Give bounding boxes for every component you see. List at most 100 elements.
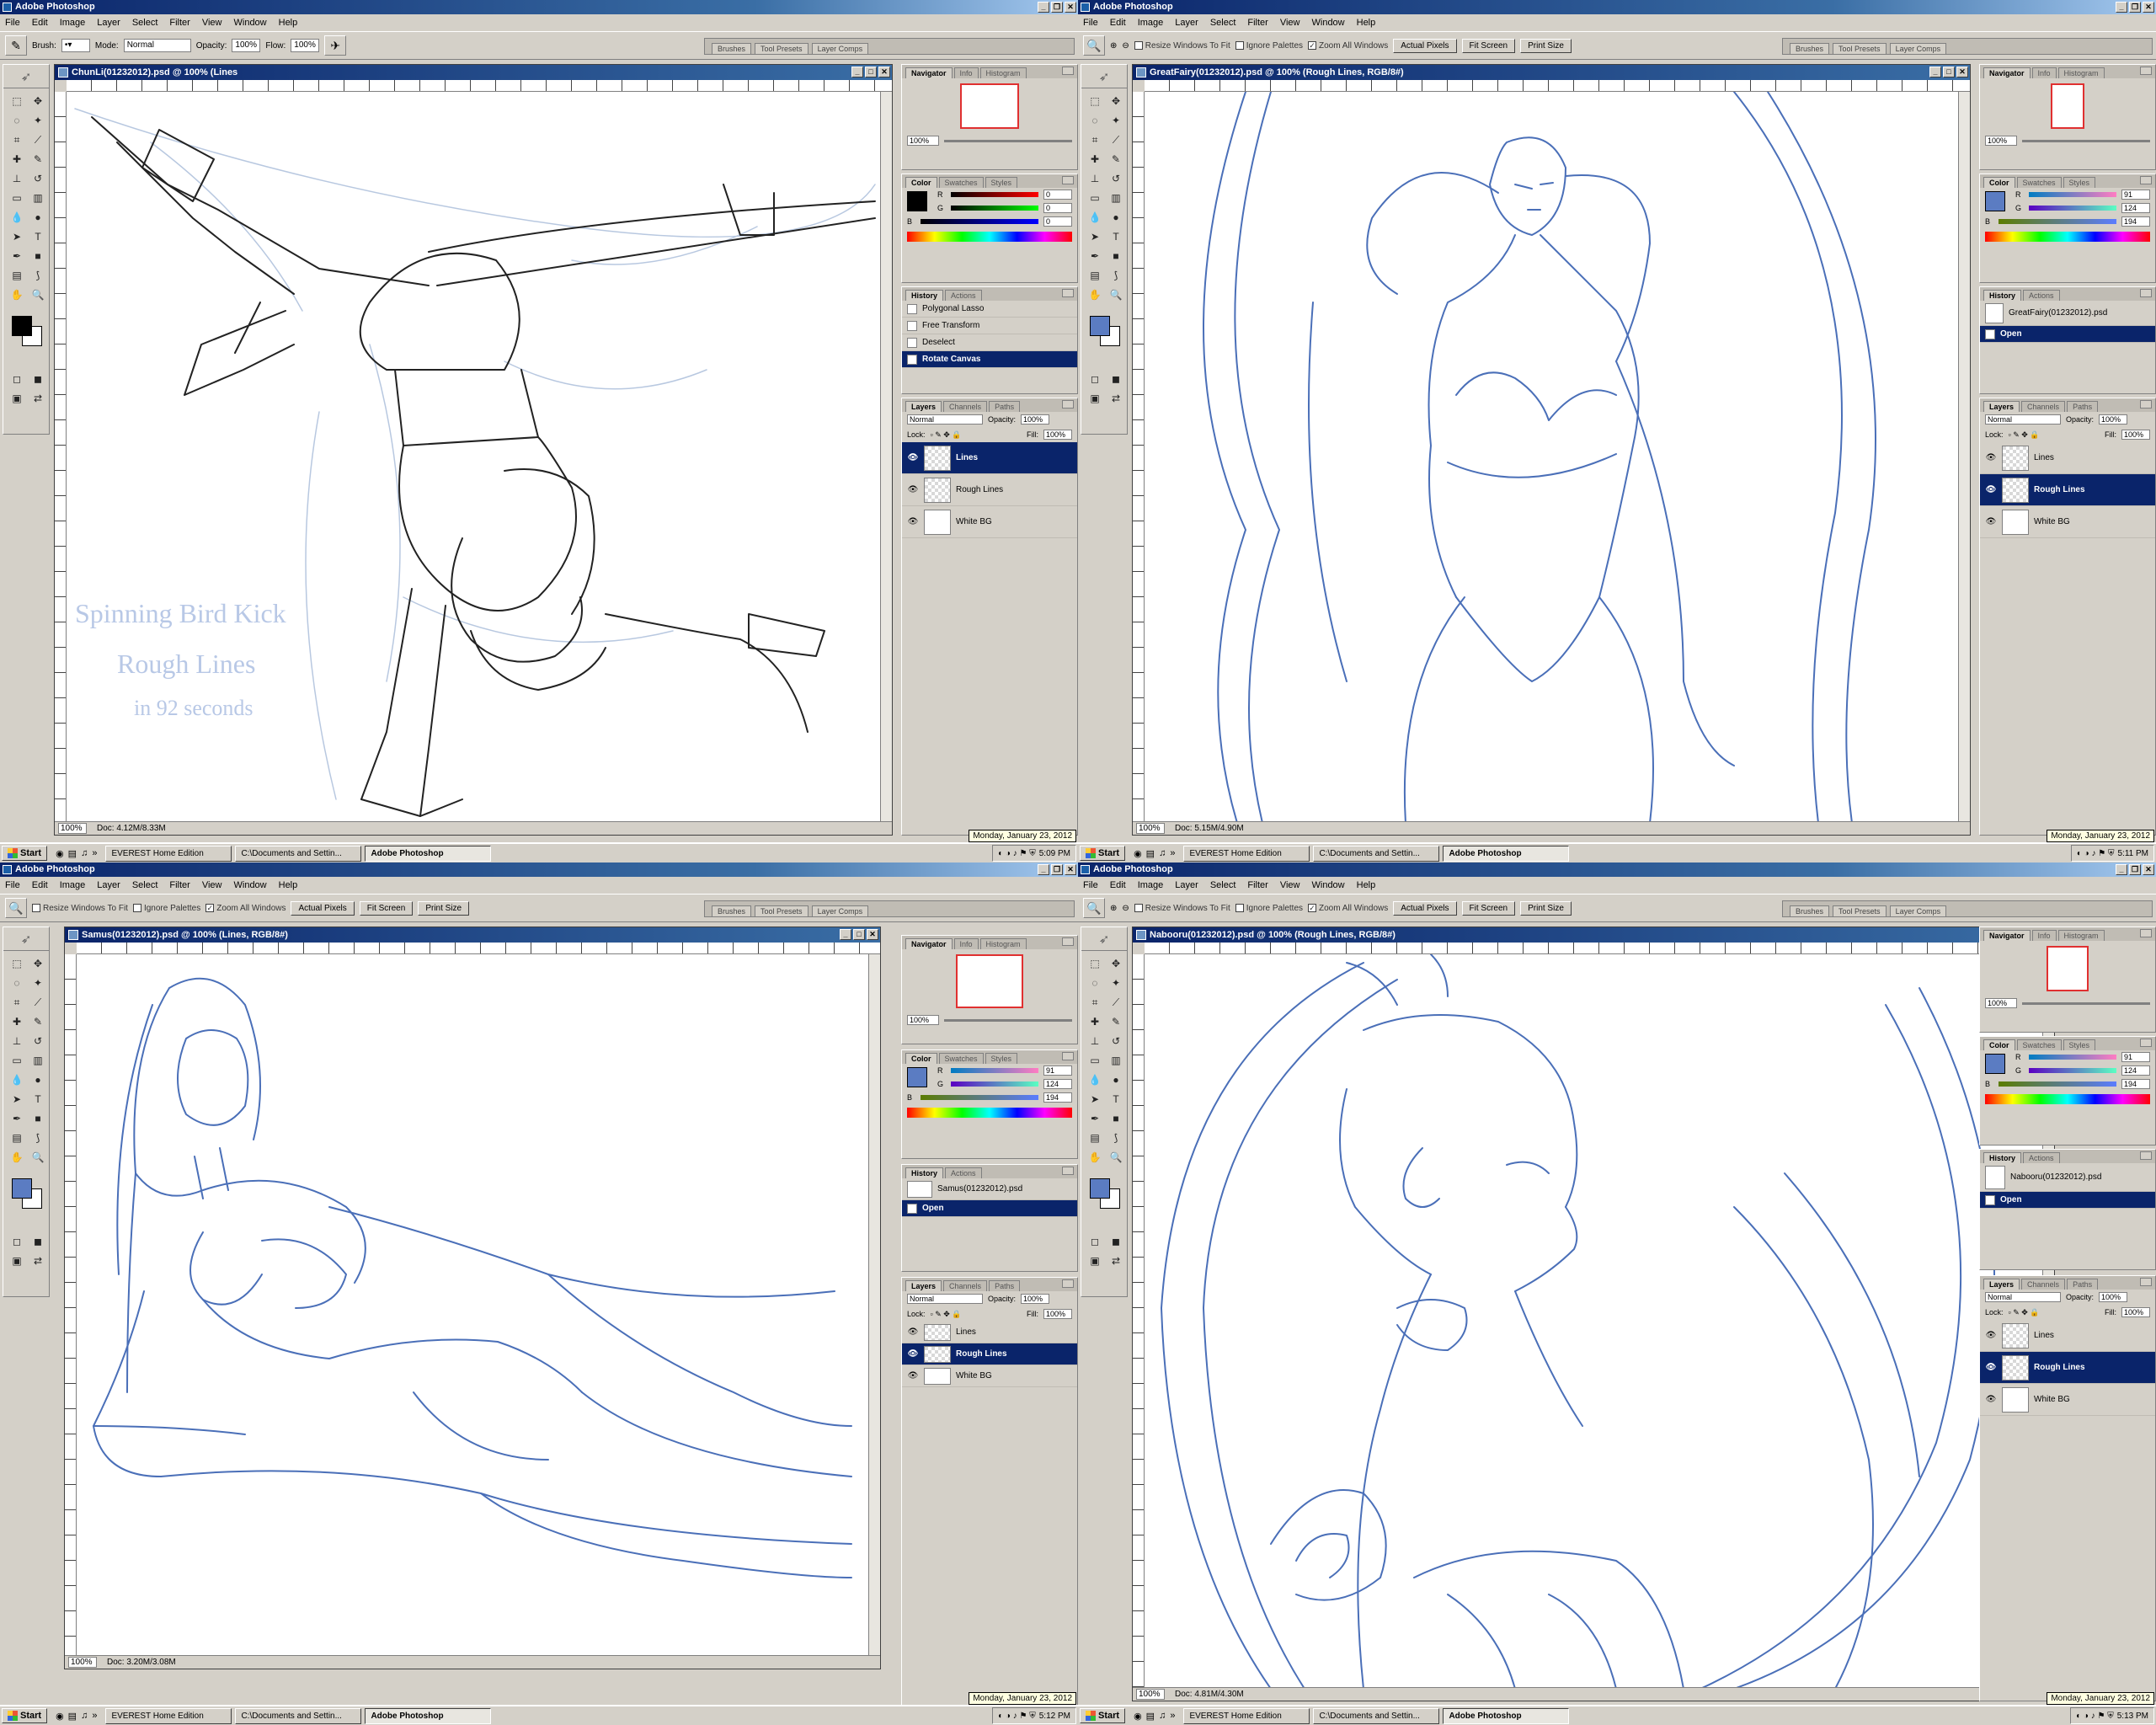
panel-menu-icon[interactable] bbox=[1062, 1052, 1074, 1060]
magic-wand-icon[interactable]: ✦ bbox=[1106, 111, 1126, 130]
firefox-icon[interactable]: ◉ bbox=[1134, 848, 1142, 859]
history-item[interactable]: Open bbox=[1980, 1192, 2155, 1209]
panel-menu-icon[interactable] bbox=[1062, 176, 1074, 184]
slice-tool-icon[interactable]: ⟋ bbox=[1106, 993, 1126, 1012]
navigator-zoom[interactable]: 100% bbox=[907, 136, 939, 146]
panel-menu-icon[interactable] bbox=[2140, 1278, 2152, 1286]
panel-menu-icon[interactable] bbox=[2140, 1151, 2152, 1160]
music-icon[interactable]: ♫ bbox=[81, 1711, 88, 1722]
menu-layer[interactable]: Layer bbox=[97, 14, 120, 31]
zoom-all-checkbox[interactable]: ✓ Zoom All Windows bbox=[1308, 904, 1388, 913]
tab-channels[interactable]: Channels bbox=[943, 1280, 988, 1291]
well-tool-presets[interactable]: Tool Presets bbox=[1833, 905, 1886, 916]
panel-menu-icon[interactable] bbox=[2140, 289, 2152, 297]
foreground-color[interactable] bbox=[1090, 1178, 1110, 1199]
fit-screen-button[interactable]: Fit Screen bbox=[1461, 900, 1516, 916]
history-brush-icon[interactable]: ↺ bbox=[28, 169, 48, 188]
blur-tool-icon[interactable]: 💧 bbox=[1085, 1071, 1105, 1089]
menu-file[interactable]: File bbox=[1083, 14, 1098, 31]
doc-maximize-button[interactable]: □ bbox=[865, 67, 877, 77]
zoom-tool-icon[interactable]: 🔍 bbox=[1106, 1148, 1126, 1167]
zoom-all-checkbox[interactable]: ✓ Zoom All Windows bbox=[1308, 41, 1388, 51]
hand-tool-icon[interactable]: ✋ bbox=[7, 1148, 27, 1167]
eye-icon[interactable]: 👁 bbox=[907, 1349, 919, 1359]
folder-icon[interactable]: ▤ bbox=[1146, 848, 1155, 859]
resize-windows-checkbox[interactable]: Resize Windows To Fit bbox=[32, 904, 128, 913]
menu-window[interactable]: Window bbox=[234, 877, 267, 894]
hand-tool-icon[interactable]: ✋ bbox=[1085, 286, 1105, 304]
arrow-icon[interactable]: » bbox=[92, 848, 97, 859]
path-select-icon[interactable]: ➤ bbox=[1085, 227, 1105, 246]
flow-input[interactable]: 100% bbox=[291, 39, 320, 52]
slice-tool-icon[interactable]: ⟋ bbox=[28, 993, 48, 1012]
quickmask-on-icon[interactable]: ◼ bbox=[1106, 370, 1126, 388]
fill-input[interactable]: 100% bbox=[1043, 1309, 1072, 1319]
menu-help[interactable]: Help bbox=[279, 14, 298, 31]
task-photoshop[interactable]: Adobe Photoshop bbox=[365, 1707, 492, 1724]
brush-tool-icon[interactable]: ✎ bbox=[28, 150, 48, 168]
menu-view[interactable]: View bbox=[1280, 877, 1300, 894]
value-r[interactable]: 91 bbox=[2121, 1052, 2150, 1062]
music-icon[interactable]: ♫ bbox=[81, 848, 88, 859]
eyedropper-icon[interactable]: ⟆ bbox=[28, 1129, 48, 1147]
pen-tool-icon[interactable]: ✒ bbox=[1085, 1109, 1105, 1128]
menu-edit[interactable]: Edit bbox=[32, 14, 48, 31]
canvas[interactable] bbox=[77, 954, 868, 1655]
value-b[interactable]: 0 bbox=[1043, 216, 1072, 227]
tab-histogram[interactable]: Histogram bbox=[979, 938, 1027, 949]
tab-paths[interactable]: Paths bbox=[2067, 1279, 2099, 1290]
menu-layer[interactable]: Layer bbox=[1175, 14, 1198, 31]
folder-icon[interactable]: ▤ bbox=[1146, 1711, 1155, 1722]
ignore-palettes-checkbox[interactable]: Ignore Palettes bbox=[1235, 904, 1303, 913]
eyedropper-icon[interactable]: ⟆ bbox=[1106, 1129, 1126, 1147]
lasso-tool-icon[interactable]: ◌ bbox=[7, 111, 27, 130]
shape-tool-icon[interactable]: ■ bbox=[28, 247, 48, 265]
well-tool-presets[interactable]: Tool Presets bbox=[755, 43, 808, 54]
canvas[interactable] bbox=[1145, 92, 1958, 821]
canvas[interactable]: Spinning Bird Kick Rough Lines in 92 sec… bbox=[67, 92, 880, 821]
history-item[interactable]: Polygonal Lasso bbox=[902, 301, 1077, 318]
well-brushes[interactable]: Brushes bbox=[712, 43, 752, 54]
ignore-palettes-checkbox[interactable]: Ignore Palettes bbox=[1235, 41, 1303, 51]
zoom-tool-preset-icon[interactable]: 🔍 bbox=[5, 898, 27, 918]
navigator-zoom-slider[interactable] bbox=[2022, 139, 2150, 142]
move-tool-icon[interactable]: ✥ bbox=[28, 954, 48, 973]
print-size-button[interactable]: Print Size bbox=[1520, 900, 1572, 916]
slider-g[interactable] bbox=[2029, 206, 2116, 211]
fit-screen-button[interactable]: Fit Screen bbox=[359, 900, 414, 916]
magic-wand-icon[interactable]: ✦ bbox=[28, 974, 48, 992]
quickmask-off-icon[interactable]: ◻ bbox=[1085, 1232, 1105, 1251]
menu-file[interactable]: File bbox=[1083, 877, 1098, 894]
arrow-icon[interactable]: » bbox=[1170, 848, 1175, 859]
well-tool-presets[interactable]: Tool Presets bbox=[1833, 43, 1886, 54]
history-snapshot[interactable]: Samus(01232012).psd bbox=[902, 1178, 1077, 1200]
menu-view[interactable]: View bbox=[1280, 14, 1300, 31]
tab-color[interactable]: Color bbox=[1983, 177, 2015, 188]
eye-icon[interactable]: 👁 bbox=[907, 453, 919, 462]
tray-icons[interactable]: ◐ ◑ ♪ ⚑ ⛨ bbox=[998, 849, 1036, 858]
menu-window[interactable]: Window bbox=[1312, 877, 1345, 894]
actual-pixels-button[interactable]: Actual Pixels bbox=[1393, 38, 1457, 53]
fill-input[interactable]: 100% bbox=[1043, 430, 1072, 440]
layer-opacity-input[interactable]: 100% bbox=[1021, 1294, 1050, 1304]
type-tool-icon[interactable]: T bbox=[1106, 1090, 1126, 1108]
screen-mode-icon[interactable]: ▣ bbox=[1085, 1252, 1105, 1270]
vertical-scrollbar[interactable] bbox=[1958, 92, 1970, 821]
eye-icon[interactable]: 👁 bbox=[907, 1327, 919, 1337]
magic-wand-icon[interactable]: ✦ bbox=[28, 111, 48, 130]
task-explorer[interactable]: C:\Documents and Settin... bbox=[235, 845, 362, 862]
marquee-tool-icon[interactable]: ⬚ bbox=[1085, 954, 1105, 973]
menu-window[interactable]: Window bbox=[234, 14, 267, 31]
task-everest[interactable]: EVEREST Home Edition bbox=[1183, 1707, 1310, 1724]
slider-r[interactable] bbox=[951, 1068, 1038, 1073]
screen-mode-icon[interactable]: ▣ bbox=[7, 389, 27, 408]
tab-histogram[interactable]: Histogram bbox=[2057, 67, 2105, 78]
pen-tool-icon[interactable]: ✒ bbox=[1085, 247, 1105, 265]
imageready-icon[interactable]: ⇄ bbox=[1106, 1252, 1126, 1270]
zoom-field[interactable]: 100% bbox=[68, 1657, 97, 1668]
eyedropper-icon[interactable]: ⟆ bbox=[28, 266, 48, 285]
menu-select[interactable]: Select bbox=[1210, 14, 1236, 31]
color-fg-swatch[interactable] bbox=[1985, 1054, 2005, 1074]
healing-tool-icon[interactable]: ✚ bbox=[1085, 1012, 1105, 1031]
well-layer-comps[interactable]: Layer Comps bbox=[811, 43, 869, 54]
